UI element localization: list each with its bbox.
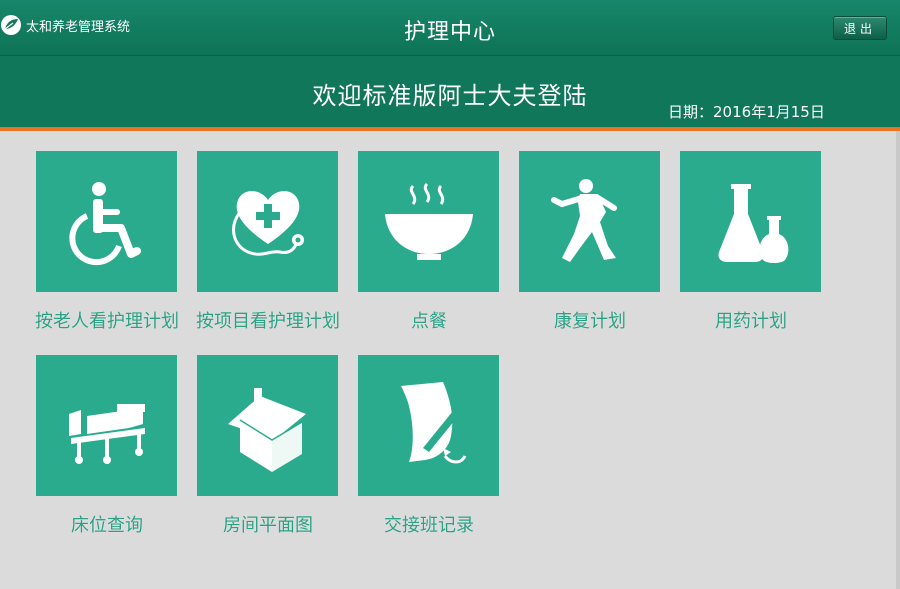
document-pen-icon: [400, 381, 466, 463]
tile-label[interactable]: 交接班记录: [354, 513, 504, 539]
date-value: 2016年1月15日: [713, 103, 825, 121]
date-label: 日期：: [668, 103, 714, 121]
house-icon: [227, 387, 306, 472]
martial-arts-icon: [550, 178, 617, 262]
accent-divider: [0, 127, 900, 131]
flask-icon: [717, 183, 788, 263]
tile-label[interactable]: 点餐: [354, 309, 504, 335]
tile-label[interactable]: 用药计划: [676, 309, 826, 335]
top-bar: 太和养老管理系统 护理中心 退出: [0, 0, 900, 56]
page-title: 护理中心: [403, 20, 496, 45]
tile-rehab-plan[interactable]: [519, 151, 660, 292]
wheelchair-icon: [68, 181, 141, 265]
tile-medication-plan[interactable]: [680, 151, 821, 292]
welcome-bar: 欢迎标准版阿士大夫登陆 日期：2016年1月15日: [0, 56, 900, 128]
tile-label[interactable]: 按老人看护理计划: [32, 309, 182, 335]
tile-label[interactable]: 康复计划: [515, 309, 665, 335]
tile-label[interactable]: 床位查询: [32, 513, 182, 539]
bowl-icon: [384, 182, 473, 260]
scrollbar-edge[interactable]: [896, 131, 900, 589]
heart-stethoscope-icon: [231, 190, 304, 256]
logout-button[interactable]: 退出: [833, 16, 887, 40]
tile-project-care-plan[interactable]: [197, 151, 338, 292]
tile-label[interactable]: 房间平面图: [193, 513, 343, 539]
tile-room-floor-plan[interactable]: [197, 355, 338, 496]
tile-elder-care-plan[interactable]: [36, 151, 177, 292]
hospital-bed-icon: [68, 403, 145, 464]
tile-meal-order[interactable]: [358, 151, 499, 292]
tile-shift-handover[interactable]: [358, 355, 499, 496]
date-display: 日期：2016年1月15日: [668, 101, 825, 122]
tile-bed-query[interactable]: [36, 355, 177, 496]
tile-label[interactable]: 按项目看护理计划: [193, 309, 343, 335]
